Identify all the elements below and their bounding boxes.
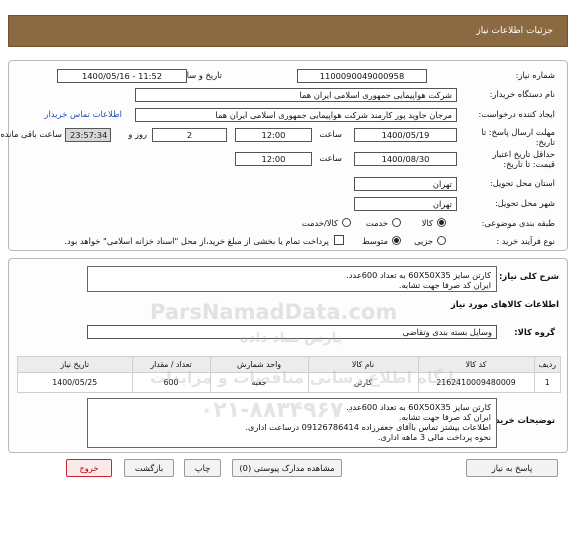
buyer-org-label: نام دستگاه خریدار: <box>489 89 555 99</box>
send-deadline-label-2: تاریخ: <box>535 137 555 147</box>
validity-time-field[interactable]: 12:00 <box>235 152 312 166</box>
validity-date-field[interactable]: 1400/08/30 <box>354 152 457 166</box>
summary-line-1: کارتن سایز 60X50X35 به تعداد 600عدد. <box>346 270 491 280</box>
process-minor-radio[interactable] <box>437 236 446 245</box>
col-date: تاریخ نیاز <box>17 356 133 373</box>
announce-field[interactable]: 1400/05/16 - 11:52 <box>57 69 187 83</box>
validity-label-2: قیمت: تا تاریخ: <box>503 159 555 169</box>
cell-name: کارتن <box>307 372 419 393</box>
payment-note: پرداخت تمام یا بخشی از مبلغ خرید،از محل … <box>64 236 329 246</box>
send-deadline-label: مهلت ارسال پاسخ: تا <box>481 127 555 137</box>
category-service-label: خدمت <box>365 218 388 228</box>
col-qty: تعداد / مقدار <box>131 356 211 373</box>
goods-info-title: اطلاعات کالاهای مورد نیاز <box>450 299 559 309</box>
cell-code: 2162410009480009 <box>417 372 535 393</box>
process-label: نوع فرآیند خرید : <box>496 236 555 246</box>
process-medium-label: متوسط <box>361 236 388 246</box>
validity-label: حداقل تاریخ اعتبار <box>492 149 555 159</box>
remaining-time-field: 23:57:34 <box>65 128 111 142</box>
days-label: روز و <box>128 129 147 139</box>
buyer-notes-line-3: اطلاعات بیشتر تماس باآقای جعفرزاده 09126… <box>245 422 491 432</box>
group-field[interactable]: وسایل بسته بندی وتقاضی <box>87 325 497 339</box>
print-button[interactable]: چاپ <box>184 459 221 477</box>
need-number-field[interactable]: 1100090049000958 <box>297 69 427 83</box>
requester-field[interactable]: مرجان جاوید پور کارمند شرکت هواپیمایی جم… <box>135 108 457 122</box>
category-both-label: کالا/خدمت <box>301 218 338 228</box>
need-number-label: شماره نیاز: <box>515 70 555 80</box>
category-label: طبقه بندی موضوعی: <box>481 218 555 228</box>
buyer-notes-line-1: کارتن سایز 60X50X35 به تعداد 600عدد. <box>346 402 491 412</box>
buyer-contact-link[interactable]: اطلاعات تماس خریدار <box>44 109 122 119</box>
table-row: 1 2162410009480009 کارتن جعبه 600 1400/0… <box>17 372 562 393</box>
exit-button[interactable]: خروج <box>66 459 112 477</box>
summary-textarea[interactable]: کارتن سایز 60X50X35 به تعداد 600عدد. ایر… <box>87 266 497 292</box>
payment-treasury-checkbox[interactable] <box>334 235 344 245</box>
goods-table: ردیف کد کالا نام کالا واحد شمارش تعداد /… <box>17 356 562 393</box>
send-time-label: ساعت <box>319 129 342 139</box>
category-goods-label: کالا <box>421 218 433 228</box>
cell-qty: 600 <box>131 372 211 393</box>
province-field[interactable]: تهران <box>354 177 457 191</box>
process-minor-label: جزیی <box>414 236 433 246</box>
validity-time-label: ساعت <box>319 153 342 163</box>
send-date-field[interactable]: 1400/05/19 <box>354 128 457 142</box>
cell-date: 1400/05/25 <box>17 372 133 393</box>
province-label: استان محل تحویل: <box>489 178 555 188</box>
need-details-panel: شرح کلی نیاز: کارتن سایز 60X50X35 به تعد… <box>8 258 568 453</box>
process-medium-radio[interactable] <box>392 236 401 245</box>
col-code: کد کالا <box>417 356 535 373</box>
send-time-field[interactable]: 12:00 <box>235 128 312 142</box>
reply-button[interactable]: پاسخ به نیاز <box>466 459 558 477</box>
col-unit: واحد شمارش <box>209 356 309 373</box>
goods-table-header: ردیف کد کالا نام کالا واحد شمارش تعداد /… <box>17 356 562 373</box>
remaining-label: ساعت باقی مانده <box>0 129 62 139</box>
category-service-radio[interactable] <box>392 218 401 227</box>
back-button[interactable]: بازگشت <box>124 459 174 477</box>
col-row: ردیف <box>533 356 562 373</box>
need-info-panel: شماره نیاز: 1100090049000958 تاریخ و ساع… <box>0 60 568 251</box>
action-bar: پاسخ به نیاز مشاهده مدارک پیوستی (0) چاپ… <box>8 455 568 483</box>
buyer-notes-line-2: ایران کد صرفا جهت تشابه. <box>398 412 491 422</box>
summary-line-2: ایران کد صرفا جهت تشابه. <box>398 280 491 290</box>
category-both-radio[interactable] <box>342 218 351 227</box>
view-documents-button[interactable]: مشاهده مدارک پیوستی (0) <box>232 459 342 477</box>
page-header: جزئیات اطلاعات نیاز <box>8 15 568 47</box>
city-field[interactable]: تهران <box>354 197 457 211</box>
col-name: نام کالا <box>307 356 419 373</box>
requester-label: ایجاد کننده درخواست: <box>478 109 555 119</box>
buyer-org-field[interactable]: شرکت هواپیمایی جمهوری اسلامی ایران هما <box>135 88 457 102</box>
page-title: جزئیات اطلاعات نیاز <box>476 26 553 36</box>
buyer-notes-textarea[interactable]: کارتن سایز 60X50X35 به تعداد 600عدد. ایر… <box>87 398 497 448</box>
buyer-notes-line-4: نحوه پرداخت مالی 3 ماهه اداری. <box>377 432 491 442</box>
cell-unit: جعبه <box>209 372 309 393</box>
city-label: شهر محل تحویل: <box>494 198 555 208</box>
days-field[interactable]: 2 <box>152 128 227 142</box>
group-label: گروه کالا: <box>514 327 555 337</box>
summary-label: شرح کلی نیاز: <box>499 271 559 281</box>
cell-row: 1 <box>533 372 562 393</box>
category-goods-radio[interactable] <box>437 218 446 227</box>
